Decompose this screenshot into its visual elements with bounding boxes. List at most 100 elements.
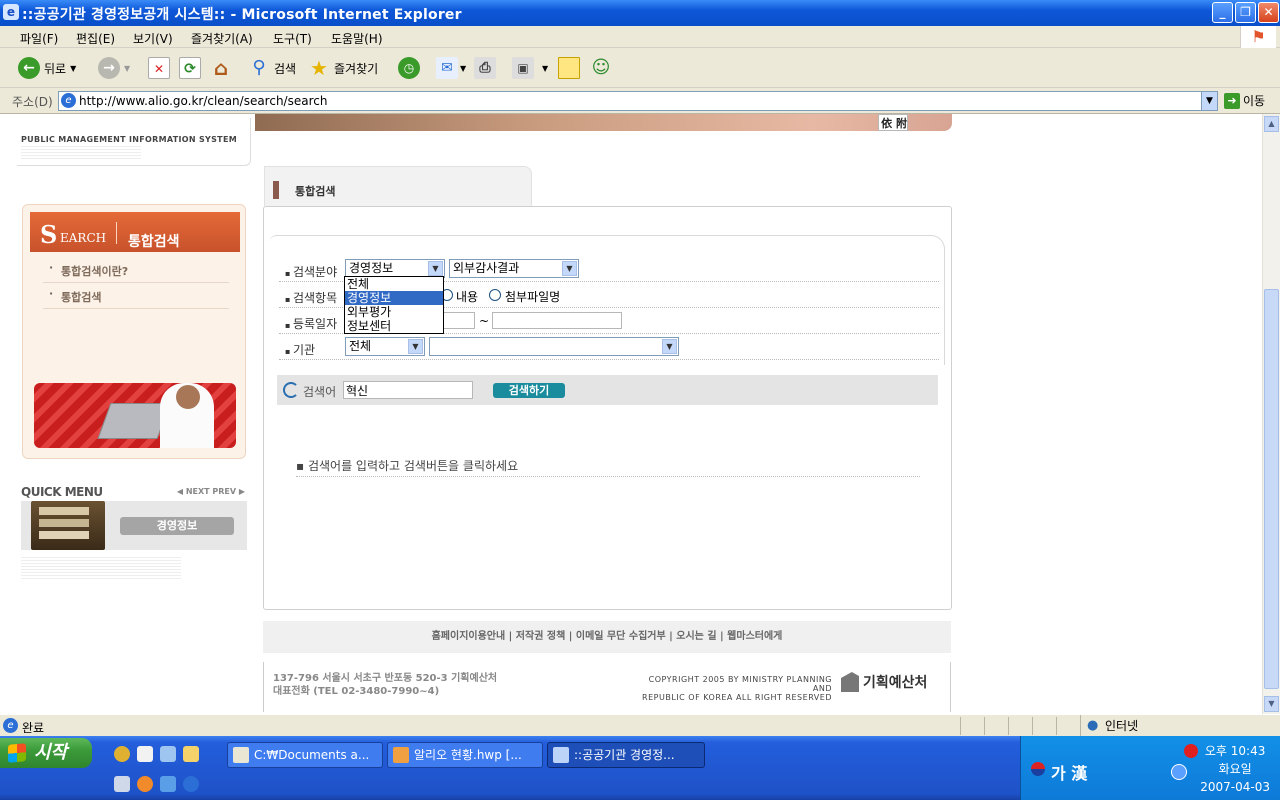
stop-button[interactable]: ✕ (148, 56, 170, 80)
quicklaunch-folder-icon[interactable] (183, 746, 199, 762)
minimize-button[interactable]: _ (1212, 2, 1233, 23)
dropdown-option-management[interactable]: 경영정보 (345, 291, 443, 305)
history-icon: ◷ (398, 57, 420, 79)
clock[interactable]: 오후 10:43 화요일 2007-04-03 (1200, 742, 1270, 796)
task-documents[interactable]: C:₩Documents a... (227, 742, 383, 768)
messenger-button[interactable]: ☺ (590, 56, 612, 80)
chevron-down-icon[interactable]: ▼ (662, 339, 677, 354)
sidebar-search-box: S EARCH 통합검색 통합검색이란? 통합검색 (22, 204, 246, 459)
quicklaunch-media-icon[interactable] (160, 746, 176, 762)
back-dropdown-icon[interactable]: ▼ (70, 64, 76, 73)
row-agency: 기관 전체 ▼ ▼ (279, 334, 939, 360)
search-toolbar-button[interactable]: ⚲ 검색 (248, 56, 296, 80)
history-button[interactable]: ◷ (398, 56, 420, 80)
agency-select[interactable]: 전체 ▼ (345, 337, 425, 356)
print-button[interactable]: ⎙ (474, 56, 496, 80)
scroll-up-icon[interactable]: ▲ (1264, 116, 1279, 132)
edit-button[interactable]: ▣ ▼ (512, 56, 548, 80)
mail-button[interactable]: ✉ ▼ (436, 56, 466, 80)
footer-links[interactable]: 홈페이지이용안내 | 저작권 정책 | 이메일 무단 수집거부 | 오시는 길 … (263, 621, 951, 653)
search-toolbar-label: 검색 (274, 61, 297, 76)
radio-attachment[interactable] (489, 289, 501, 301)
go-button[interactable]: ➜ 이동 (1224, 92, 1265, 109)
management-info-button[interactable]: 경영정보 (120, 517, 234, 535)
sidebar-header-initial: S (40, 220, 58, 249)
go-arrow-icon: ➜ (1224, 92, 1240, 109)
menu-favorites[interactable]: 즐겨찾기(A) (191, 30, 253, 47)
date-separator: ~ (479, 314, 490, 328)
footer-address: 137-796 서울시 서초구 반포동 520-3 기획예산처 대표전화 (TE… (273, 672, 497, 698)
agency-sub-select[interactable]: ▼ (429, 337, 679, 356)
home-button[interactable]: ⌂ (210, 56, 232, 80)
tray-alert-icon[interactable] (1184, 744, 1198, 758)
forward-arrow-icon: → (98, 57, 120, 79)
quicklaunch-ie-icon[interactable] (183, 776, 199, 792)
maximize-button[interactable]: ❐ (1235, 2, 1256, 23)
windows-logo-icon: ⚑ (1240, 26, 1276, 48)
status-divider (960, 717, 961, 735)
menu-view[interactable]: 보기(V) (133, 30, 173, 47)
page-title: 통합검색 (295, 185, 336, 198)
keyword-input[interactable]: 혁신 (343, 381, 473, 399)
site-logo-area: PUBLIC MANAGEMENT INFORMATION SYSTEM (17, 118, 251, 166)
folder-icon (233, 747, 249, 763)
menu-file[interactable]: 파일(F) (20, 30, 58, 47)
date-label: 등록일자 (285, 315, 337, 332)
korean-flag-icon[interactable] (1031, 762, 1045, 776)
task-ie[interactable]: ::공공기관 경영정... (547, 742, 705, 768)
mail-dropdown-icon[interactable]: ▼ (460, 64, 466, 73)
status-divider (1008, 717, 1009, 735)
task-hwp-label: 알리오 현황.hwp [... (414, 748, 522, 762)
tray-back-icon[interactable] (1171, 764, 1187, 780)
quicklaunch-app-icon[interactable] (160, 776, 176, 792)
favorites-button[interactable]: ★ 즐겨찾기 (308, 56, 378, 80)
dropdown-option-info-center[interactable]: 정보센터 (345, 319, 443, 333)
quick-menu-nav[interactable]: ◀ NEXT PREV ▶ (177, 487, 245, 496)
discuss-button[interactable] (558, 56, 580, 80)
sidebar-header: S EARCH 통합검색 (30, 212, 240, 252)
sidebar-link-about-search[interactable]: 통합검색이란? (43, 259, 229, 283)
search-field-dropdown-list[interactable]: 전체 경영정보 외부평가 정보센터 (344, 276, 444, 334)
search-submit-button[interactable]: 검색하기 (493, 383, 565, 398)
start-button[interactable]: 시작 (0, 738, 92, 768)
close-button[interactable]: ✕ (1258, 2, 1279, 23)
quicklaunch-explorer-icon[interactable] (137, 746, 153, 762)
chevron-down-icon[interactable]: ▼ (428, 261, 443, 276)
menu-tools[interactable]: 도구(T) (273, 30, 312, 47)
dropdown-option-all[interactable]: 전체 (345, 277, 443, 291)
footer-info: 137-796 서울시 서초구 반포동 520-3 기획예산처 대표전화 (TE… (263, 662, 951, 712)
forward-button[interactable]: → ▼ (98, 56, 130, 80)
ie-icon: e (3, 4, 19, 20)
sidebar-link-integrated-search[interactable]: 통합검색 (43, 285, 229, 309)
refresh-button[interactable]: ⟳ (179, 56, 201, 80)
address-input[interactable]: e http://www.alio.go.kr/clean/search/sea… (58, 91, 1218, 111)
scroll-down-icon[interactable]: ▼ (1264, 696, 1279, 712)
chevron-down-icon[interactable]: ▼ (562, 261, 577, 276)
menu-edit[interactable]: 편집(E) (76, 30, 115, 47)
footer-copyright-line1: COPYRIGHT 2005 BY MINISTRY PLANNING AND (648, 675, 832, 693)
chevron-down-icon[interactable]: ▼ (408, 339, 423, 354)
window-titlebar[interactable]: e ::공공기관 경영정보공개 시스템:: - Microsoft Intern… (0, 0, 1280, 26)
date-to-input[interactable] (492, 312, 622, 329)
task-hwp[interactable]: 알리오 현황.hwp [... (387, 742, 543, 768)
edit-icon: ▣ (512, 57, 534, 79)
ime-indicator[interactable]: 가 漢 (1051, 760, 1087, 784)
logo-fineprint (21, 146, 141, 160)
quicklaunch-orange-icon[interactable] (137, 776, 153, 792)
header-banner: 依 附 (255, 114, 952, 131)
search-subfield-select[interactable]: 외부감사결과 ▼ (449, 259, 579, 278)
status-text: 완료 (22, 721, 45, 735)
back-button[interactable]: ← 뒤로 ▼ (18, 56, 76, 80)
edit-dropdown-icon[interactable]: ▼ (542, 64, 548, 73)
menu-help[interactable]: 도움말(H) (331, 30, 383, 47)
quicklaunch-doc-icon[interactable] (114, 776, 130, 792)
dropdown-option-external-eval[interactable]: 외부평가 (345, 305, 443, 319)
vertical-scrollbar[interactable]: ▲ ▼ (1262, 114, 1280, 714)
quicklaunch-chrome-icon[interactable] (114, 746, 130, 762)
address-dropdown-icon[interactable]: ▼ (1201, 91, 1218, 111)
search-item-label: 검색항목 (285, 289, 337, 306)
star-icon: ★ (310, 56, 328, 80)
scroll-thumb[interactable] (1264, 289, 1279, 689)
address-bar: 주소(D) e http://www.alio.go.kr/clean/sear… (0, 88, 1280, 114)
forward-dropdown-icon[interactable]: ▼ (124, 64, 130, 73)
